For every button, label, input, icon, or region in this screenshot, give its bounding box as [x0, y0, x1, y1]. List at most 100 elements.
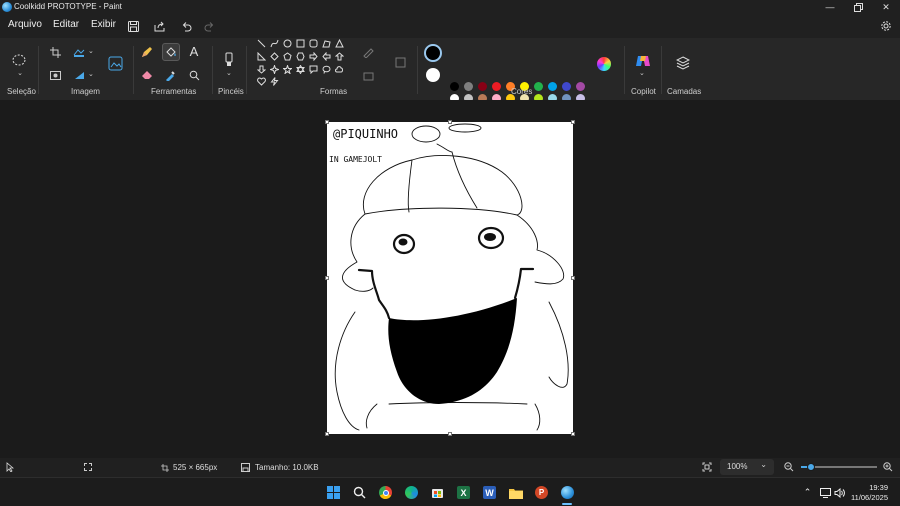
show-hidden-icons-button[interactable]: ⌃	[800, 485, 815, 500]
resize-handle[interactable]	[571, 120, 575, 124]
rounded-rectangle-shape[interactable]	[308, 38, 319, 49]
save-button[interactable]	[125, 18, 141, 34]
triangle-shape[interactable]	[334, 38, 345, 49]
fill-tool[interactable]	[162, 43, 180, 61]
brushes-button[interactable]	[221, 50, 237, 70]
resize-handle[interactable]	[325, 276, 329, 280]
taskbar-search-button[interactable]	[352, 485, 367, 500]
menu-view[interactable]: Exibir	[91, 19, 116, 30]
taskbar-excel[interactable]: X	[456, 485, 471, 500]
oval-shape[interactable]	[282, 38, 293, 49]
text-tool[interactable]: A	[186, 43, 202, 59]
resize-button[interactable]	[71, 44, 87, 60]
copilot-button[interactable]	[634, 52, 652, 70]
divider	[246, 46, 247, 94]
taskbar-store[interactable]	[430, 485, 445, 500]
color-swatch[interactable]	[492, 82, 501, 91]
heart-shape[interactable]	[256, 76, 267, 87]
crop-button[interactable]	[47, 44, 63, 60]
redo-button[interactable]	[201, 18, 217, 34]
canvas-size-text: 525 × 665px	[173, 463, 218, 472]
word-icon: W	[483, 486, 496, 499]
magnifier-tool[interactable]	[186, 67, 202, 83]
color-swatch[interactable]	[534, 82, 543, 91]
color-swatch[interactable]	[478, 82, 487, 91]
menu-edit[interactable]: Editar	[53, 19, 79, 30]
color-swatch[interactable]	[548, 82, 557, 91]
rotate-icon	[74, 71, 84, 79]
settings-button[interactable]	[878, 18, 894, 34]
pentagon-shape[interactable]	[282, 51, 293, 62]
four-point-star-shape[interactable]	[269, 64, 280, 75]
hexagon-shape[interactable]	[295, 51, 306, 62]
color-picker-tool[interactable]	[162, 67, 178, 83]
taskbar-edge[interactable]	[404, 485, 419, 500]
left-arrow-shape[interactable]	[321, 51, 332, 62]
chrome-icon	[379, 486, 392, 499]
share-button[interactable]	[151, 18, 167, 34]
zoom-slider-thumb[interactable]	[806, 463, 815, 471]
color-swatch[interactable]	[576, 82, 585, 91]
zoom-out-button[interactable]	[784, 462, 794, 475]
pencil-tool[interactable]	[139, 44, 155, 60]
restore-button[interactable]	[844, 0, 872, 14]
right-triangle-shape[interactable]	[256, 51, 267, 62]
rectangle-shape[interactable]	[295, 38, 306, 49]
line-width-icon	[395, 57, 405, 67]
resize-handle[interactable]	[571, 432, 575, 436]
network-status[interactable]	[818, 485, 833, 500]
eraser-tool[interactable]	[139, 67, 155, 83]
color-swatch[interactable]	[450, 82, 459, 91]
rectangular-callout-shape[interactable]	[308, 64, 319, 75]
primary-color[interactable]	[424, 44, 442, 62]
volume-status[interactable]	[832, 485, 847, 500]
resize-handle[interactable]	[571, 276, 575, 280]
rotate-button[interactable]	[71, 67, 87, 83]
close-button[interactable]: ✕	[872, 0, 900, 14]
menu-file[interactable]: Arquivo	[8, 19, 42, 30]
gear-icon	[881, 21, 891, 31]
shape-fill-button[interactable]	[360, 68, 376, 84]
fit-to-window-button[interactable]	[702, 462, 712, 475]
selection-dropdown[interactable]: ⌄	[12, 68, 28, 78]
cloud-callout-shape[interactable]	[334, 64, 345, 75]
taskbar-word[interactable]: W	[482, 485, 497, 500]
up-arrow-shape[interactable]	[334, 51, 345, 62]
taskbar-chrome[interactable]	[378, 485, 393, 500]
layers-button[interactable]	[675, 55, 691, 71]
taskbar-powerpoint[interactable]: P	[534, 485, 549, 500]
five-point-star-shape[interactable]	[282, 64, 293, 75]
curve-shape[interactable]	[269, 38, 280, 49]
shape-outline-button[interactable]	[360, 44, 376, 60]
resize-handle[interactable]	[448, 432, 452, 436]
group-label-copilot: Copilot	[631, 87, 656, 96]
resize-handle[interactable]	[448, 120, 452, 124]
lightning-shape[interactable]	[269, 76, 280, 87]
edit-colors-button[interactable]	[596, 56, 612, 72]
start-button[interactable]	[326, 485, 341, 500]
taskbar-file-explorer[interactable]	[508, 485, 523, 500]
minimize-button[interactable]: —	[816, 0, 844, 14]
secondary-color[interactable]	[426, 68, 440, 82]
line-shape[interactable]	[256, 38, 267, 49]
drawing-canvas[interactable]: @PIQUINHO IN GAMEJOLT	[325, 120, 575, 436]
image-editor-button[interactable]	[106, 54, 124, 72]
undo-button[interactable]	[178, 18, 194, 34]
shape-size-button[interactable]	[392, 54, 408, 70]
zoom-dropdown[interactable]: 100% ⌄	[720, 459, 774, 475]
color-swatch[interactable]	[562, 82, 571, 91]
oval-callout-shape[interactable]	[321, 64, 332, 75]
color-swatch[interactable]	[464, 82, 473, 91]
six-point-star-shape[interactable]	[295, 64, 306, 75]
image-background-button[interactable]	[47, 67, 63, 83]
resize-handle[interactable]	[325, 120, 329, 124]
taskbar-paint[interactable]	[560, 485, 575, 500]
system-clock[interactable]: 19:39 11/06/2025	[851, 483, 888, 503]
resize-handle[interactable]	[325, 432, 329, 436]
diamond-shape[interactable]	[269, 51, 280, 62]
right-arrow-shape[interactable]	[308, 51, 319, 62]
zoom-slider[interactable]	[801, 463, 877, 471]
zoom-in-button[interactable]	[883, 462, 893, 475]
polygon-shape[interactable]	[321, 38, 332, 49]
down-arrow-shape[interactable]	[256, 64, 267, 75]
